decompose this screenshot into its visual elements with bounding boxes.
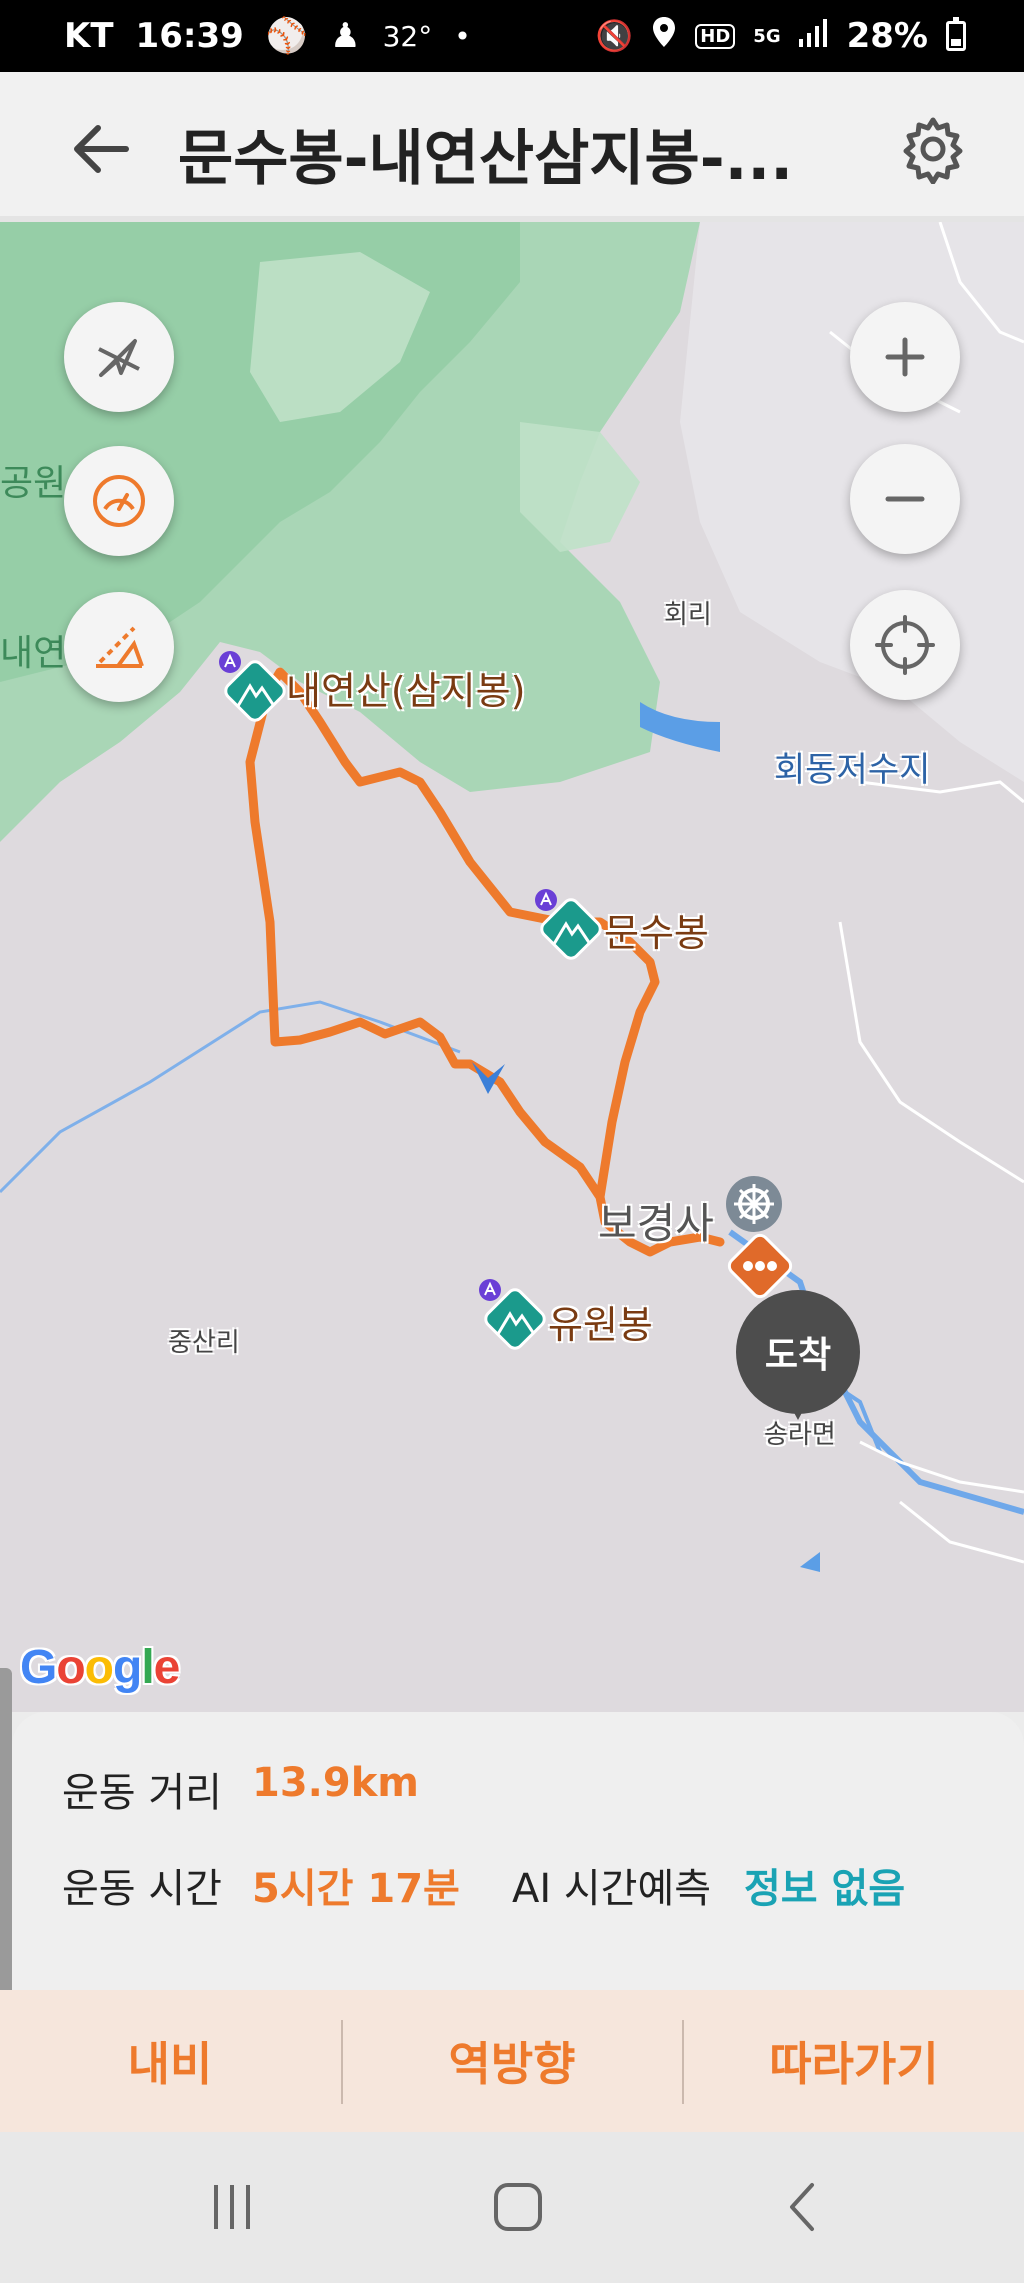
settings-button[interactable] (898, 114, 968, 185)
edge-label-park: 공원 (0, 463, 67, 504)
locate-me-button[interactable] (850, 590, 960, 700)
locate-icon (875, 615, 935, 675)
village-label-hoeri: 회리 (664, 600, 712, 630)
activity-icon: ⚾ (265, 16, 309, 56)
peak-label-yuwonbong[interactable]: 유원봉 (548, 1294, 653, 1349)
carrier-text: KT (64, 16, 114, 56)
map-view[interactable]: 내연산(삼지봉) 문수봉 유원봉 회리 중산리 송라면 회동저수지 공원 내연 … (0, 222, 1024, 1712)
peak-marker-icon[interactable] (534, 888, 606, 970)
back-button[interactable] (66, 114, 136, 184)
zoom-out-icon (885, 496, 925, 502)
elevation-icon (96, 626, 144, 668)
peak-label-munsubong[interactable]: 문수봉 (604, 902, 709, 957)
page-title: 문수봉-내연산삼지봉-... (178, 124, 793, 194)
recents-icon (214, 2185, 250, 2229)
google-logo: Google (20, 1641, 180, 1694)
action-bar: 내비 역방향 따라가기 (0, 1990, 1024, 2132)
distance-label: 운동 거리 (62, 1770, 222, 1816)
temple-icon[interactable] (724, 1174, 784, 1234)
follow-route-button[interactable]: 따라가기 (684, 1990, 1024, 2132)
hd-badge: HD (695, 23, 736, 49)
distance-value: 13.9km (252, 1760, 419, 1806)
speed-button[interactable] (64, 446, 174, 556)
ai-time-label: AI 시간예측 (512, 1866, 712, 1912)
back-chevron-icon (790, 2183, 814, 2231)
summary-panel: 운동 거리 13.9km 운동 시간 5시간 17분 AI 시간예측 정보 없음 (12, 1712, 1024, 1992)
gear-icon (903, 117, 963, 185)
arrival-pin[interactable]: 도착 (736, 1290, 860, 1420)
compass-off-icon (98, 339, 140, 377)
arrow-left-icon (74, 125, 129, 173)
home-icon (494, 2183, 542, 2231)
recents-button[interactable] (192, 2172, 272, 2242)
time-value: 5시간 17분 (252, 1866, 460, 1912)
system-nav-bar (0, 2132, 1024, 2283)
status-bar: KT 16:39 ⚾ ♟ 32° • 🔇 HD 5G 28% (0, 0, 1024, 72)
elevation-button[interactable] (64, 592, 174, 702)
zoom-in-button[interactable] (850, 302, 960, 412)
reverse-direction-button[interactable]: 역방향 (342, 1990, 682, 2132)
map-canvas (0, 222, 1024, 1712)
speedometer-icon (93, 475, 145, 527)
clock-text: 16:39 (135, 16, 244, 56)
mute-icon: 🔇 (595, 18, 634, 54)
navigate-button[interactable]: 내비 (0, 1990, 340, 2132)
time-label: 운동 시간 (62, 1866, 222, 1912)
5g-badge: 5G (753, 25, 781, 47)
zoom-out-button[interactable] (850, 444, 960, 554)
edge-label-naeyeon: 내연 (0, 633, 67, 674)
home-button[interactable] (478, 2172, 558, 2242)
ai-time-value: 정보 없음 (744, 1866, 906, 1912)
system-back-button[interactable] (764, 2172, 844, 2242)
location-icon (651, 16, 677, 57)
reservoir-label: 회동저수지 (774, 750, 931, 790)
peak-marker-icon[interactable] (478, 1278, 550, 1360)
temple-label[interactable]: 보경사 (598, 1190, 714, 1251)
notification-dot: • (454, 19, 471, 53)
compass-toggle-button[interactable] (64, 302, 174, 412)
peak-label-naeyeonsan[interactable]: 내연산(삼지봉) (286, 660, 525, 715)
zoom-in-icon (885, 337, 925, 377)
signal-icon (798, 16, 829, 56)
village-label-jungsanri: 중산리 (168, 1328, 240, 1358)
battery-icon (946, 17, 966, 51)
person-icon: ♟ (330, 16, 361, 56)
temperature-text: 32° (382, 19, 433, 53)
app-bar: 문수봉-내연산삼지봉-... (0, 72, 1024, 222)
battery-percent: 28% (846, 16, 928, 56)
peak-marker-icon[interactable] (218, 650, 290, 732)
